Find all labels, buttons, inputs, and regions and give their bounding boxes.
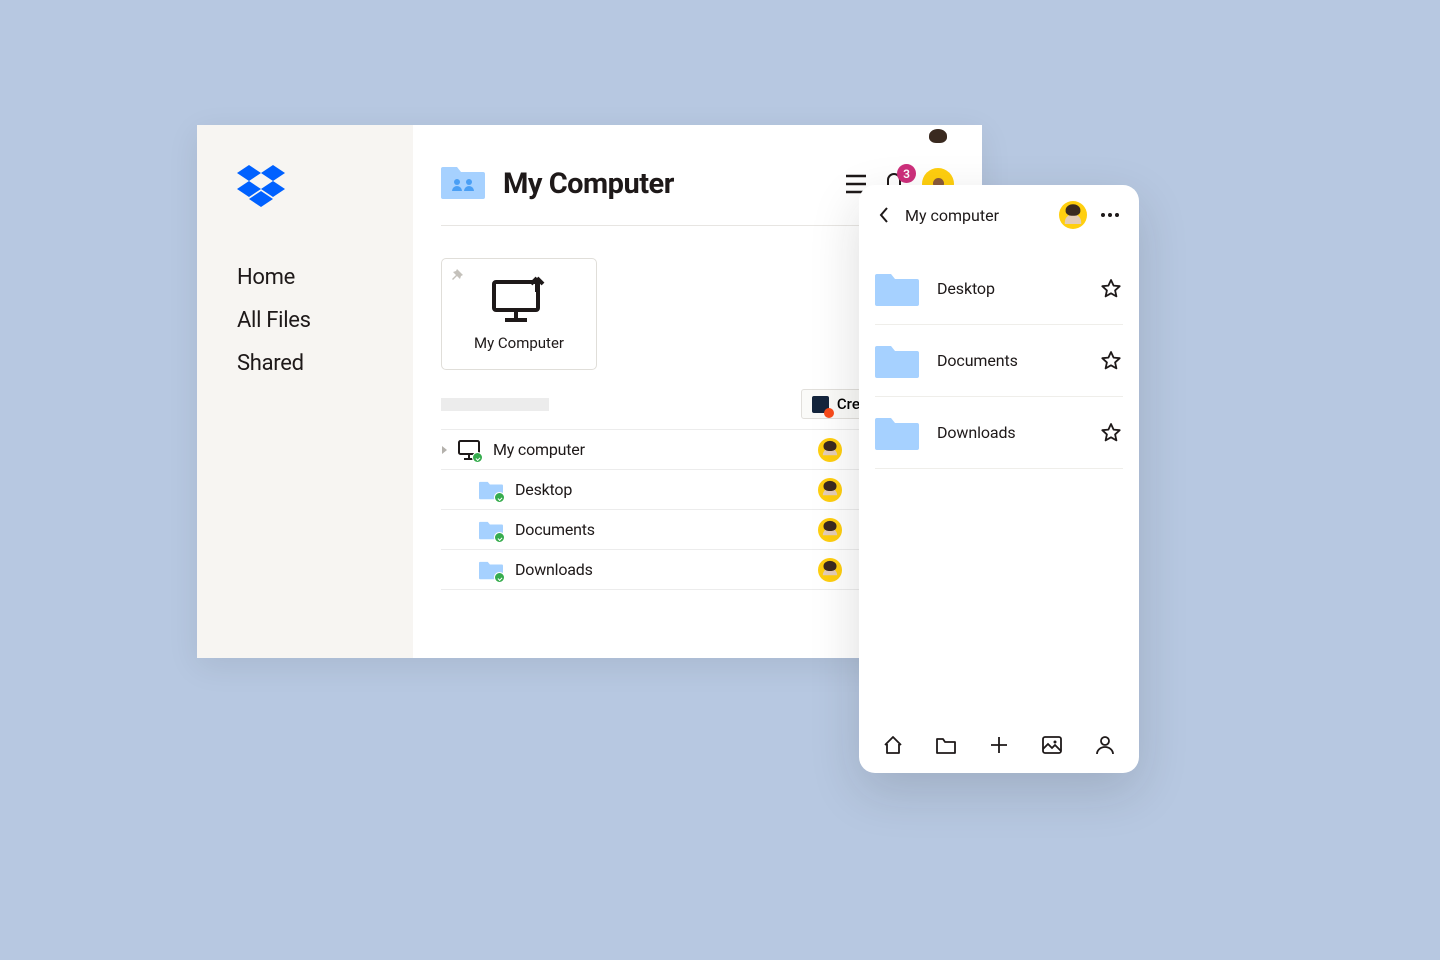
back-button[interactable] bbox=[873, 204, 895, 226]
create-app-icon bbox=[812, 396, 829, 413]
mobile-file-list: Desktop Documents Downloads bbox=[859, 235, 1139, 469]
more-dots-icon bbox=[1101, 213, 1119, 217]
owner-avatar[interactable] bbox=[818, 558, 842, 582]
folder-icon bbox=[479, 479, 503, 501]
sidebar-item-shared[interactable]: Shared bbox=[237, 351, 413, 376]
more-button[interactable] bbox=[1097, 213, 1123, 217]
chevron-left-icon bbox=[879, 207, 889, 223]
sync-status-icon bbox=[494, 572, 505, 583]
tab-account[interactable] bbox=[1087, 727, 1123, 763]
folder-icon bbox=[479, 519, 503, 541]
folder-icon bbox=[875, 342, 919, 380]
folder-icon bbox=[875, 270, 919, 308]
mobile-file-row[interactable]: Downloads bbox=[875, 397, 1123, 469]
person-icon bbox=[1094, 734, 1116, 756]
expand-caret-icon[interactable] bbox=[441, 446, 457, 454]
home-icon bbox=[882, 734, 904, 756]
star-icon bbox=[1101, 423, 1121, 443]
mobile-file-row[interactable]: Documents bbox=[875, 325, 1123, 397]
mobile-tabbar bbox=[859, 717, 1139, 773]
avatar[interactable] bbox=[1059, 201, 1087, 229]
computer-icon bbox=[457, 439, 481, 461]
notification-badge: 3 bbox=[897, 164, 916, 183]
file-name: Desktop bbox=[937, 279, 1099, 298]
file-name: Downloads bbox=[515, 560, 818, 579]
mobile-header: My computer bbox=[859, 185, 1139, 235]
sync-status-icon bbox=[494, 532, 505, 543]
mobile-file-row[interactable]: Desktop bbox=[875, 253, 1123, 325]
tab-photos[interactable] bbox=[1034, 727, 1070, 763]
pin-icon bbox=[450, 267, 464, 286]
owner-avatar[interactable] bbox=[818, 438, 842, 462]
star-button[interactable] bbox=[1099, 421, 1123, 445]
dropbox-logo-icon[interactable] bbox=[237, 163, 413, 215]
sidebar-item-all-files[interactable]: All Files bbox=[237, 308, 413, 333]
owner-avatar[interactable] bbox=[818, 518, 842, 542]
page-title: My Computer bbox=[503, 167, 674, 201]
tab-home[interactable] bbox=[875, 727, 911, 763]
sync-status-icon bbox=[494, 492, 505, 503]
file-name: Downloads bbox=[937, 423, 1099, 442]
mobile-title: My computer bbox=[905, 206, 1049, 225]
plus-icon bbox=[988, 734, 1010, 756]
mobile-panel: My computer Desktop Documents Downloads bbox=[859, 185, 1139, 773]
folder-icon bbox=[479, 559, 503, 581]
owner-avatar[interactable] bbox=[818, 478, 842, 502]
tab-add[interactable] bbox=[981, 727, 1017, 763]
tile-my-computer[interactable]: My Computer bbox=[441, 258, 597, 370]
file-name: My computer bbox=[493, 440, 818, 459]
sidebar: Home All Files Shared bbox=[197, 125, 413, 658]
star-button[interactable] bbox=[1099, 349, 1123, 373]
tab-files[interactable] bbox=[928, 727, 964, 763]
star-icon bbox=[1101, 351, 1121, 371]
file-name: Desktop bbox=[515, 480, 818, 499]
folder-outline-icon bbox=[935, 734, 957, 756]
placeholder bbox=[441, 398, 549, 411]
image-icon bbox=[1041, 734, 1063, 756]
sync-status-icon bbox=[472, 452, 483, 463]
folder-icon bbox=[875, 414, 919, 452]
file-name: Documents bbox=[937, 351, 1099, 370]
sidebar-item-home[interactable]: Home bbox=[237, 265, 413, 290]
file-name: Documents bbox=[515, 520, 818, 539]
star-button[interactable] bbox=[1099, 277, 1123, 301]
monitor-upload-icon bbox=[488, 276, 550, 324]
shared-folder-icon bbox=[441, 163, 485, 205]
tile-label: My Computer bbox=[474, 334, 564, 352]
star-icon bbox=[1101, 279, 1121, 299]
